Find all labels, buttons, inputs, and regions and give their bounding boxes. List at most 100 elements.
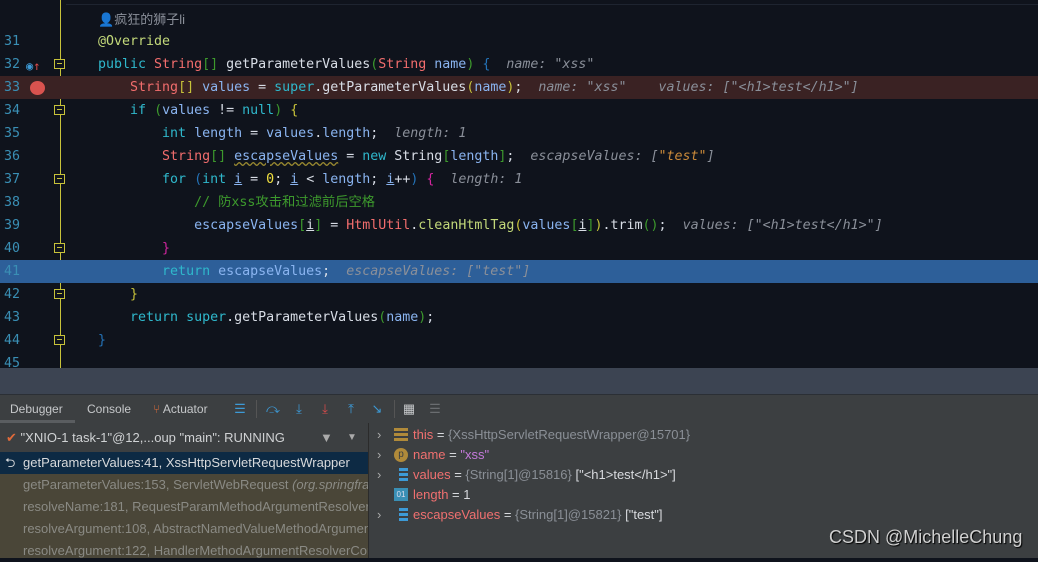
step-over-icon[interactable]: ⤼ (265, 401, 281, 417)
actuator-icon: ⑂ (153, 402, 163, 416)
frame-method: resolveName:181, RequestParamMethodArgum… (23, 499, 368, 514)
code-token: ; (322, 264, 331, 279)
code-author-hint: 👤疯狂的狮子li (98, 9, 185, 28)
tab-actuator[interactable]: ⑂ Actuator (153, 395, 208, 423)
stack-frame[interactable]: resolveArgument:122, HandlerMethodArgume… (0, 540, 368, 562)
code-editor[interactable]: 👤疯狂的狮子li 31 @Override 32 ◉↑ public String[] … (0, 0, 1038, 368)
code-token: super (186, 310, 227, 325)
chevron-right-icon[interactable]: › (377, 425, 381, 445)
variable-name: length (413, 487, 449, 502)
stack-frame[interactable]: resolveName:181, RequestParamMethodArgum… (0, 496, 368, 518)
code-text: } (98, 329, 106, 352)
hint-part: escapseValues: ["test"] (346, 264, 531, 279)
code-token: = (242, 172, 267, 187)
code-token: name (386, 310, 419, 325)
code-token: HtmlUtil (346, 218, 411, 233)
line-number[interactable]: 35 (0, 122, 40, 145)
thread-selector[interactable]: ✔ "XNIO-1 task-1"@12,...oup "main": RUNN… (0, 423, 368, 452)
hint-part: "xss" (554, 57, 595, 72)
code-text: return super.getParameterValues(name); (98, 306, 434, 329)
stack-frame[interactable]: getParameterValues:153, ServletWebReques… (0, 474, 368, 496)
code-line[interactable]: 40 } (0, 237, 1038, 260)
chevron-right-icon[interactable]: › (377, 505, 381, 525)
variable-row[interactable]: 01 length = 1 (369, 485, 1038, 505)
code-line[interactable]: 37 for (int i = 0; i < length; i++) {len… (0, 168, 1038, 191)
tab-label: Actuator (162, 402, 208, 416)
variable-ref: {XssHttpServletRequestWrapper@15701} (448, 427, 691, 442)
step-out-icon[interactable]: ⤒ (343, 401, 359, 417)
fold-icon[interactable] (54, 289, 65, 299)
code-token: ] (314, 218, 323, 233)
code-line[interactable]: 32 ◉↑ public String[] getParameterValues(S… (0, 53, 1038, 76)
breakpoint-line[interactable]: 33 String[] values = super.getParameterV… (0, 76, 1038, 99)
hint-part: length: 1 (394, 126, 467, 141)
chevron-down-icon[interactable]: ▼ (347, 423, 357, 452)
trace-icon[interactable]: ☰ (427, 401, 443, 417)
line-number[interactable]: 34 (0, 99, 40, 122)
variable-row[interactable]: › escapseValues = {String[1]@15821} ["tes… (369, 505, 1038, 525)
evaluate-expression-icon[interactable]: ▦ (401, 401, 417, 417)
variable-name: name (413, 447, 446, 462)
code-line[interactable]: 42 } (0, 283, 1038, 306)
code-line[interactable]: 31 @Override (0, 30, 1038, 53)
fold-icon[interactable] (54, 105, 65, 115)
code-token: ) (594, 218, 603, 233)
line-number[interactable]: 31 (0, 30, 40, 53)
run-to-cursor-icon[interactable]: ↘ (369, 401, 385, 417)
code-token: () (642, 218, 659, 233)
stack-frame[interactable]: resolveArgument:108, AbstractNamedValueM… (0, 518, 368, 540)
code-line[interactable]: 39 escapseValues[i] = HtmlUtil.cleanHtml… (0, 214, 1038, 237)
code-token: = (322, 218, 347, 233)
override-method-icon[interactable]: ◉↑ (26, 55, 40, 78)
chevron-right-icon[interactable]: › (377, 445, 381, 465)
chevron-right-icon[interactable]: › (377, 465, 381, 485)
variable-value: 1 (463, 487, 471, 502)
line-number[interactable]: 45 (0, 352, 40, 368)
line-number[interactable]: 41 (0, 260, 40, 283)
code-line[interactable]: 44} (0, 329, 1038, 352)
hint-part: ["<h1>test</h1>"] (722, 80, 859, 95)
code-token: values (162, 103, 211, 118)
fold-icon[interactable] (54, 243, 65, 253)
code-line[interactable]: 35 int length = values.length; length: 1 (0, 122, 1038, 145)
fold-icon[interactable] (54, 335, 65, 345)
fold-icon[interactable] (54, 174, 65, 184)
breakpoint-icon[interactable] (30, 81, 45, 95)
code-line[interactable]: 34 if (values != null) { (0, 99, 1038, 122)
code-line[interactable]: 45 (0, 352, 1038, 368)
variable-row[interactable]: › values = {String[1]@15816} ["<h1>test</… (369, 465, 1038, 485)
stack-frame[interactable]: ⮌ getParameterValues:41, XssHttpServletRe… (0, 452, 368, 474)
line-number[interactable]: 44 (0, 329, 40, 352)
panel-divider[interactable] (0, 368, 1038, 395)
line-number[interactable]: 39 (0, 214, 40, 237)
tab-debugger[interactable]: Debugger (0, 395, 75, 423)
tab-console[interactable]: Console (87, 395, 131, 423)
layout-menu-icon[interactable]: ☰ (232, 401, 248, 417)
line-number[interactable]: 40 (0, 237, 40, 260)
force-step-into-icon[interactable]: ⤓ (317, 401, 333, 417)
inline-value-hint: length: 1 (450, 172, 522, 187)
current-execution-line[interactable]: 41 return escapseValues; escapseValues: [… (0, 260, 1038, 283)
line-number[interactable]: 42 (0, 283, 40, 306)
variable-row[interactable]: › p name = "xss" (369, 445, 1038, 465)
code-token: ; (506, 149, 515, 164)
line-number[interactable]: 37 (0, 168, 40, 191)
variable-row[interactable]: › this = {XssHttpServletRequestWrapper@15… (369, 425, 1038, 445)
fold-icon[interactable] (54, 59, 65, 69)
line-number[interactable]: 43 (0, 306, 40, 329)
parameter-icon: p (394, 448, 408, 462)
code-line[interactable]: 43 return super.getParameterValues(name)… (0, 306, 1038, 329)
code-token: } (130, 287, 139, 302)
code-token: String (378, 57, 427, 72)
line-number[interactable]: 38 (0, 191, 40, 214)
code-line[interactable]: 38 // 防xss攻击和过滤前后空格 (0, 191, 1038, 214)
line-number[interactable]: 36 (0, 145, 40, 168)
filter-icon[interactable]: ▼ (320, 423, 333, 452)
code-line[interactable]: 36 String[] escapseValues = new String[l… (0, 145, 1038, 168)
code-token: values (266, 126, 315, 141)
step-into-icon[interactable]: ⤓ (291, 401, 307, 417)
